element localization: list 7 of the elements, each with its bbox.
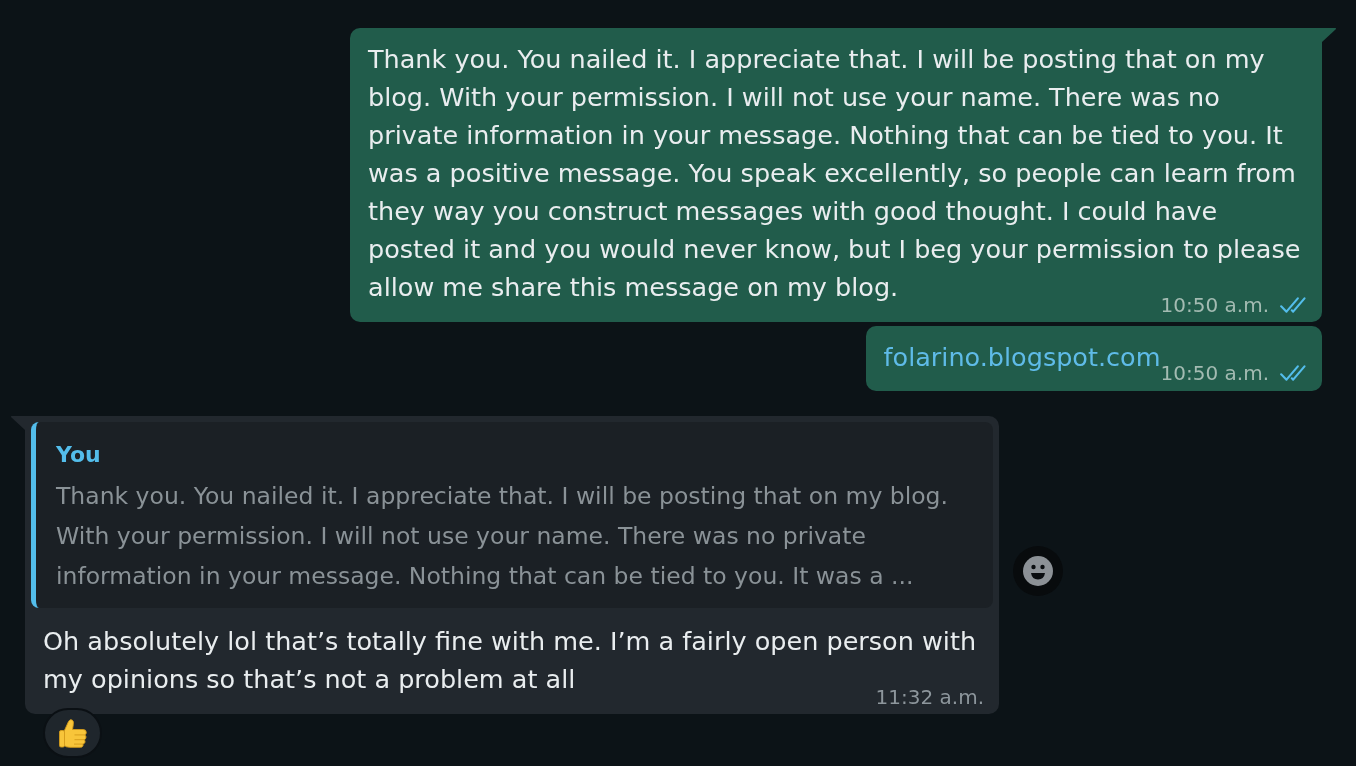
quoted-message[interactable] [31,422,993,608]
smiley-icon [1023,556,1053,586]
quote-author: You [56,441,102,469]
emoji-reaction-button[interactable] [1013,546,1063,596]
quote-text: Thank you. You nailed it. I appreciate that. I will be posting that on my blog. With your permission. I will not use your name. There was no private information in your message. Nothing that can be tied to you. It was a ... [56,481,949,592]
message-time: 10:50 a.m. [1160,363,1269,383]
message-link[interactable]: folarino.blogspot.com [883,338,1161,376]
